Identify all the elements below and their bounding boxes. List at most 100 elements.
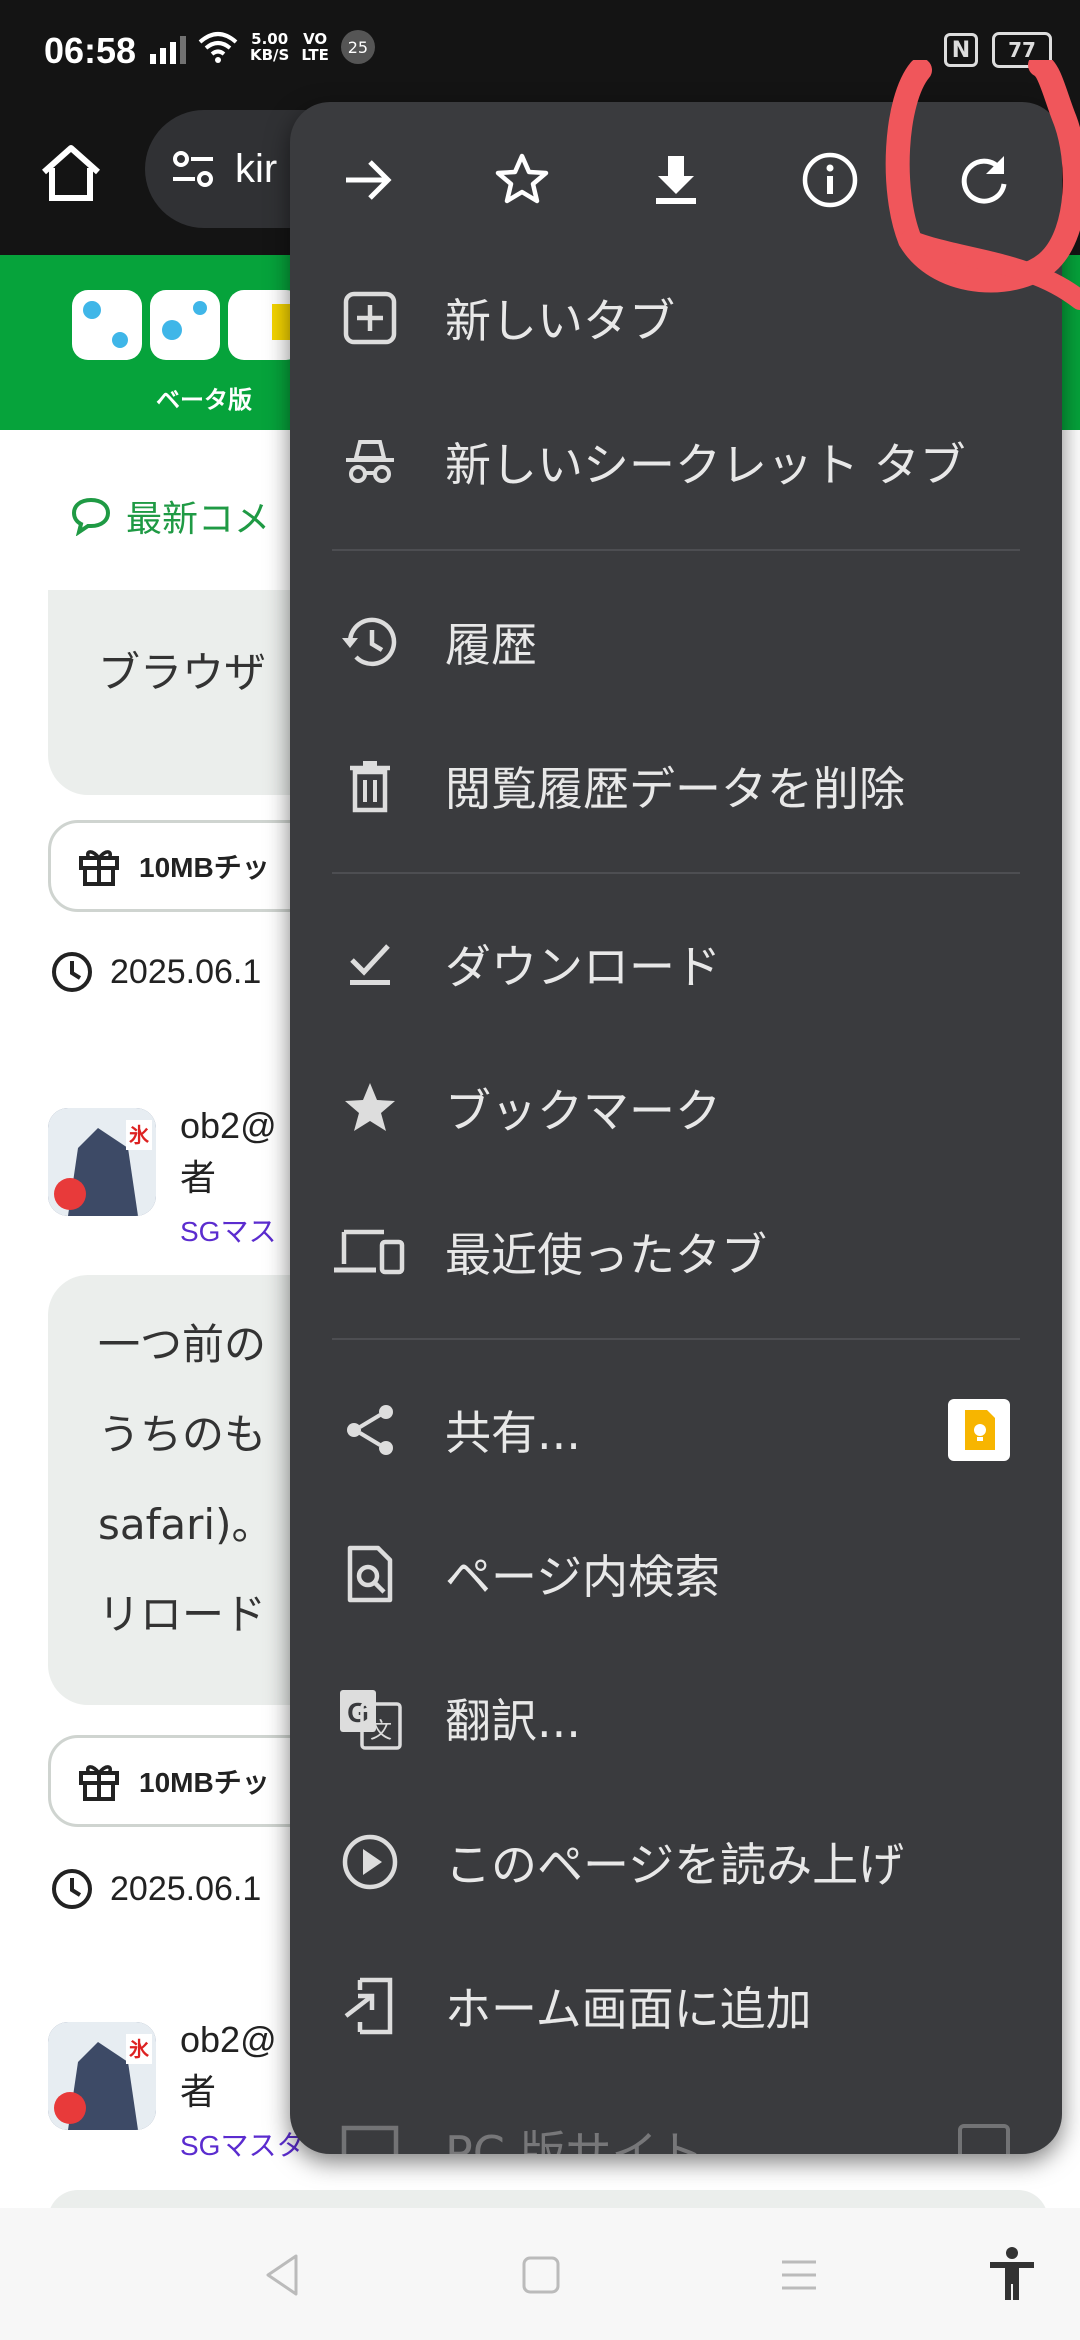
menu-item-new-tab[interactable]: 新しいタブ xyxy=(290,246,1062,390)
status-bar: 06:58 5.00 KB/S VO LTE 25 N 77 xyxy=(0,0,1080,110)
comment-user-role: SGマス xyxy=(180,1216,277,1247)
trash-icon xyxy=(338,754,402,818)
net-speed-value: 5.00 xyxy=(251,30,289,48)
menu-item-incognito[interactable]: 新しいシークレット タブ xyxy=(290,390,1062,534)
bubble-text: ブラウザ xyxy=(98,648,267,697)
reload-icon xyxy=(961,156,1007,204)
volte-indicator: VO LTE xyxy=(301,31,329,63)
menu-item-label: 閲覧履歴データを削除 xyxy=(445,762,905,816)
beta-label: ベータ版 xyxy=(156,386,252,414)
date-text: 2025.06.1 xyxy=(110,952,262,991)
star-outline-icon xyxy=(495,153,549,204)
download-icon xyxy=(656,156,696,204)
desktop-icon xyxy=(338,2118,402,2154)
svg-text:氷: 氷 xyxy=(129,1123,150,1147)
nfc-icon: N xyxy=(944,33,978,67)
home-nav-icon[interactable] xyxy=(516,2250,566,2300)
menu-item-translate[interactable]: G文 翻訳... xyxy=(290,1646,1062,1790)
avatar[interactable]: 氷 xyxy=(48,1108,156,1216)
menu-item-label: PC 版サイト xyxy=(445,2126,704,2154)
comment-date-2: 2025.06.1 xyxy=(50,1867,261,1911)
clock-icon xyxy=(52,952,92,992)
menu-item-recent-tabs[interactable]: 最近使ったタブ xyxy=(290,1180,1062,1324)
site-logo[interactable] xyxy=(72,280,302,380)
date-text-2: 2025.06.1 xyxy=(110,1869,262,1908)
bookmark-button[interactable] xyxy=(482,140,562,220)
gift-icon xyxy=(79,850,119,886)
clock-icon xyxy=(52,1869,92,1909)
menu-top-actions xyxy=(290,102,1062,262)
download-button[interactable] xyxy=(636,140,716,220)
comment-user-role-2: SGマスタ xyxy=(180,2130,305,2161)
add-to-home-icon xyxy=(338,1974,402,2038)
status-icons: 5.00 KB/S VO LTE 25 xyxy=(150,30,375,64)
net-speed: 5.00 KB/S xyxy=(250,31,289,63)
play-circle-icon xyxy=(338,1830,402,1894)
accessibility-icon[interactable] xyxy=(986,2246,1038,2302)
notification-count-badge: 25 xyxy=(340,30,375,64)
menu-item-read-aloud[interactable]: このページを読み上げ xyxy=(290,1790,1062,1934)
translate-icon: G文 xyxy=(338,1686,402,1750)
volte-bottom: LTE xyxy=(301,46,329,64)
menu-item-find-in-page[interactable]: ページ内検索 xyxy=(290,1502,1062,1646)
svg-text:文: 文 xyxy=(370,1719,392,1744)
user-name-line2: 者 xyxy=(180,1157,217,1198)
menu-item-label: 最近使ったタブ xyxy=(445,1228,767,1282)
svg-text:G: G xyxy=(347,1697,369,1728)
site-settings-icon[interactable] xyxy=(169,145,217,193)
menu-item-label: 共有... xyxy=(445,1406,581,1460)
comment-user-name-2[interactable]: ob2@ 者 xyxy=(180,2014,277,2118)
menu-item-label: ダウンロード xyxy=(445,940,721,994)
status-time: 06:58 xyxy=(44,30,137,71)
comment-line-1: 一つ前の xyxy=(98,1320,267,1369)
star-icon xyxy=(338,1076,402,1140)
menu-item-clear-data[interactable]: 閲覧履歴データを削除 xyxy=(290,714,1062,858)
volte-top: VO xyxy=(303,30,328,48)
page-info-button[interactable] xyxy=(790,140,870,220)
avatar-image: 氷 xyxy=(48,2022,156,2130)
avatar-image: 氷 xyxy=(48,1108,156,1216)
menu-item-bookmarks[interactable]: ブックマーク xyxy=(290,1036,1062,1180)
desktop-site-checkbox[interactable] xyxy=(958,2124,1010,2154)
recents-nav-icon[interactable] xyxy=(774,2250,824,2300)
avatar-2[interactable]: 氷 xyxy=(48,2022,156,2130)
info-icon xyxy=(802,152,858,208)
menu-item-add-to-home[interactable]: ホーム画面に追加 xyxy=(290,1934,1062,2078)
find-in-page-icon xyxy=(338,1542,402,1606)
menu-item-label: 翻訳... xyxy=(445,1694,581,1748)
forward-button[interactable] xyxy=(328,140,408,220)
home-icon[interactable] xyxy=(36,138,106,208)
svg-text:氷: 氷 xyxy=(129,2037,150,2061)
menu-item-label: ページ内検索 xyxy=(445,1550,721,1604)
arrow-right-icon xyxy=(346,160,392,200)
url-text: kir xyxy=(235,146,278,191)
keep-app-icon[interactable] xyxy=(948,1399,1010,1461)
user-name-line1: ob2@ xyxy=(180,1105,277,1146)
wifi-icon xyxy=(198,32,238,63)
back-nav-icon[interactable] xyxy=(258,2250,308,2300)
menu-item-desktop-site[interactable]: PC 版サイト xyxy=(290,2078,1062,2154)
overflow-menu: 新しいタブ 新しいシークレット タブ 履歴 閲覧履歴データを削除 ダウンロード … xyxy=(290,102,1062,2154)
menu-divider xyxy=(332,872,1020,874)
menu-item-share[interactable]: 共有... xyxy=(290,1358,1062,1502)
menu-item-history[interactable]: 履歴 xyxy=(290,570,1062,714)
menu-item-label: このページを読み上げ xyxy=(445,1838,905,1892)
status-right: N 77 xyxy=(944,32,1052,68)
user-name-line1: ob2@ xyxy=(180,2019,277,2060)
menu-divider xyxy=(332,1338,1020,1340)
menu-item-downloads[interactable]: ダウンロード xyxy=(290,892,1062,1036)
signal-icon xyxy=(150,30,186,64)
comment-line-3: safari)。 xyxy=(98,1500,274,1549)
comment-date: 2025.06.1 xyxy=(50,950,261,994)
menu-item-label: 新しいタブ xyxy=(445,294,675,348)
share-icon xyxy=(338,1398,402,1462)
menu-item-label: 新しいシークレット タブ xyxy=(445,438,966,492)
gift-icon xyxy=(79,1765,119,1801)
reload-button[interactable] xyxy=(944,140,1024,220)
menu-divider xyxy=(332,549,1020,551)
user-name-line2: 者 xyxy=(180,2071,217,2112)
comment-user-name[interactable]: ob2@ 者 xyxy=(180,1100,277,1204)
download-done-icon xyxy=(338,932,402,996)
plus-box-icon xyxy=(338,286,402,350)
latest-comments-title[interactable]: 最新コメ xyxy=(70,490,270,542)
